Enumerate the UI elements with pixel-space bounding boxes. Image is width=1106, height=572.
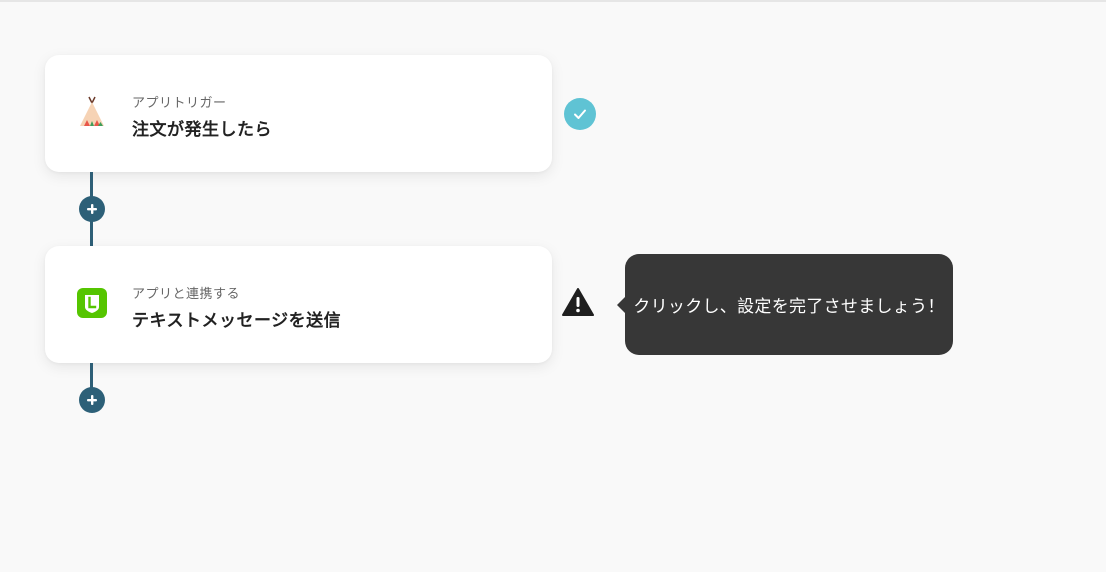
step-type-label: アプリと連携する	[132, 287, 241, 302]
completed-check-icon	[564, 98, 596, 130]
step-title: 注文が発生したら	[132, 120, 272, 140]
teepee-icon	[80, 96, 104, 126]
step-title: テキストメッセージを送信	[132, 311, 342, 331]
trigger-step-card[interactable]: アプリトリガー 注文が発生したら	[45, 55, 552, 172]
flow-canvas: アプリトリガー 注文が発生したら アプリと連携する テキストメッセージを送信 ク…	[0, 0, 1106, 572]
plus-icon	[87, 204, 97, 214]
top-divider	[0, 0, 1106, 2]
line-app-icon	[77, 288, 107, 318]
action-step-card[interactable]: アプリと連携する テキストメッセージを送信	[45, 246, 552, 363]
add-step-button[interactable]	[79, 387, 105, 413]
step-type-label: アプリトリガー	[132, 96, 227, 111]
tooltip-text: クリックし、設定を完了させましょう！	[633, 297, 945, 317]
add-step-button[interactable]	[79, 196, 105, 222]
setup-tooltip: クリックし、設定を完了させましょう！	[617, 254, 953, 355]
plus-icon	[87, 395, 97, 405]
warning-icon	[562, 288, 594, 316]
